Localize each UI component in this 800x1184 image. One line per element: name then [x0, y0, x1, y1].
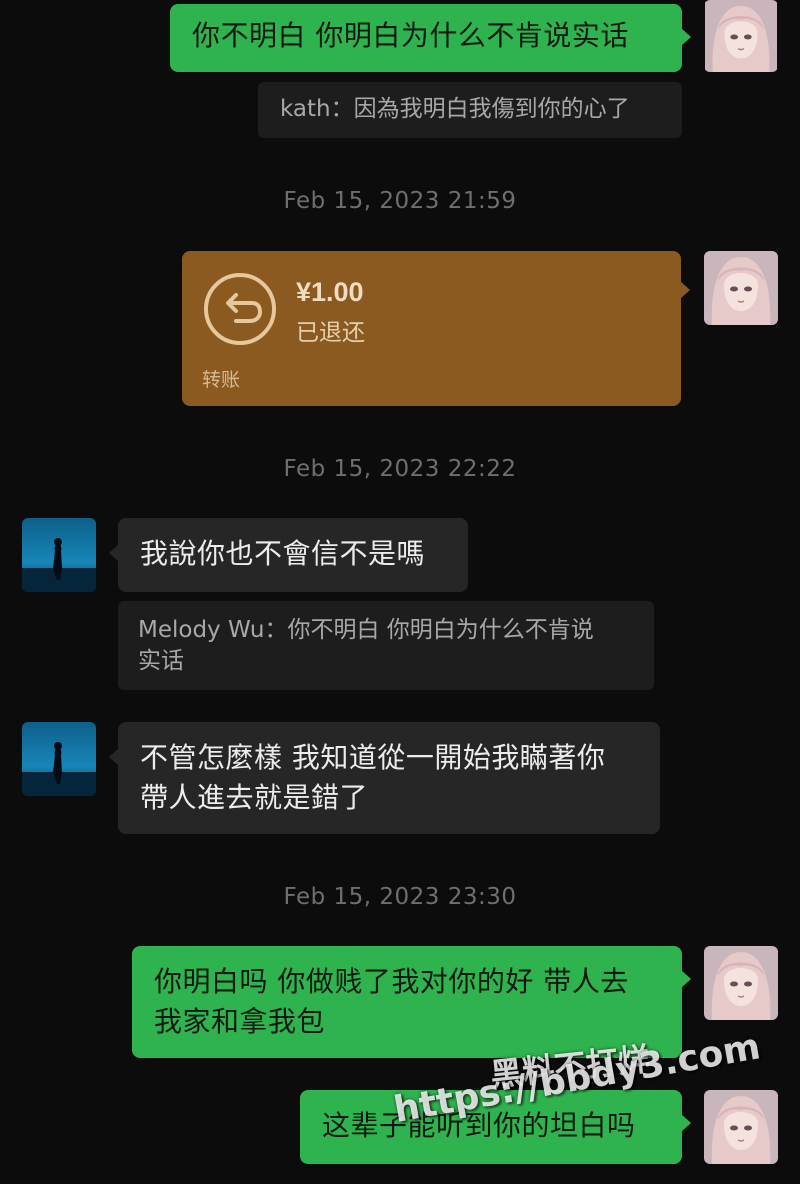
message-text: 我說你也不會信不是嗎: [140, 537, 426, 570]
quoted-text: 实话: [138, 648, 184, 674]
incoming-message-bubble[interactable]: 我說你也不會信不是嗎: [109, 518, 468, 592]
message-text: 你明白吗 你做贱了我对你的好 带人去: [154, 965, 629, 998]
quoted-reply[interactable]: kath：因為我明白我傷到你的心了: [258, 82, 682, 138]
silhouette-avatar-icon: [22, 722, 96, 796]
self-avatar[interactable]: [704, 251, 778, 325]
contact-avatar[interactable]: [22, 518, 96, 592]
message-text: 不管怎麼樣 我知道從一開始我瞞著你: [140, 741, 606, 774]
girl-avatar-icon: [704, 251, 778, 325]
girl-avatar-icon: [704, 1090, 778, 1164]
contact-avatar[interactable]: [22, 722, 96, 796]
transfer-status: 已退还: [296, 320, 365, 346]
silhouette-avatar-icon: [22, 518, 96, 592]
transfer-label: 转账: [202, 369, 241, 391]
return-arrow-icon: [200, 269, 280, 349]
quoted-reply[interactable]: Melody Wu：你不明白 你明白为什么不肯说 实话: [118, 601, 654, 690]
transfer-card[interactable]: ¥1.00 已退还 转账: [182, 251, 690, 406]
message-text: 我家和拿我包: [154, 1005, 326, 1038]
girl-avatar-icon: [704, 946, 778, 1020]
timestamp: Feb 15, 2023 21:59: [283, 188, 517, 214]
self-avatar[interactable]: [704, 1090, 778, 1164]
timestamp: Feb 15, 2023 22:22: [283, 456, 517, 482]
message-text: 帶人進去就是錯了: [140, 781, 369, 814]
quoted-text: kath：因為我明白我傷到你的心了: [280, 96, 630, 122]
outgoing-message-bubble[interactable]: 你不明白 你明白为什么不肯说实话: [170, 4, 691, 72]
transfer-amount: ¥1.00: [296, 277, 364, 307]
self-avatar[interactable]: [704, 0, 778, 72]
self-avatar[interactable]: [704, 946, 778, 1020]
incoming-message-bubble[interactable]: 不管怎麼樣 我知道從一開始我瞞著你 帶人進去就是錯了: [109, 722, 660, 834]
timestamp: Feb 15, 2023 23:30: [283, 884, 517, 910]
message-text: 你不明白 你明白为什么不肯说实话: [192, 19, 629, 52]
quoted-text: Melody Wu：你不明白 你明白为什么不肯说: [138, 617, 594, 643]
girl-avatar-icon: [705, 0, 777, 72]
